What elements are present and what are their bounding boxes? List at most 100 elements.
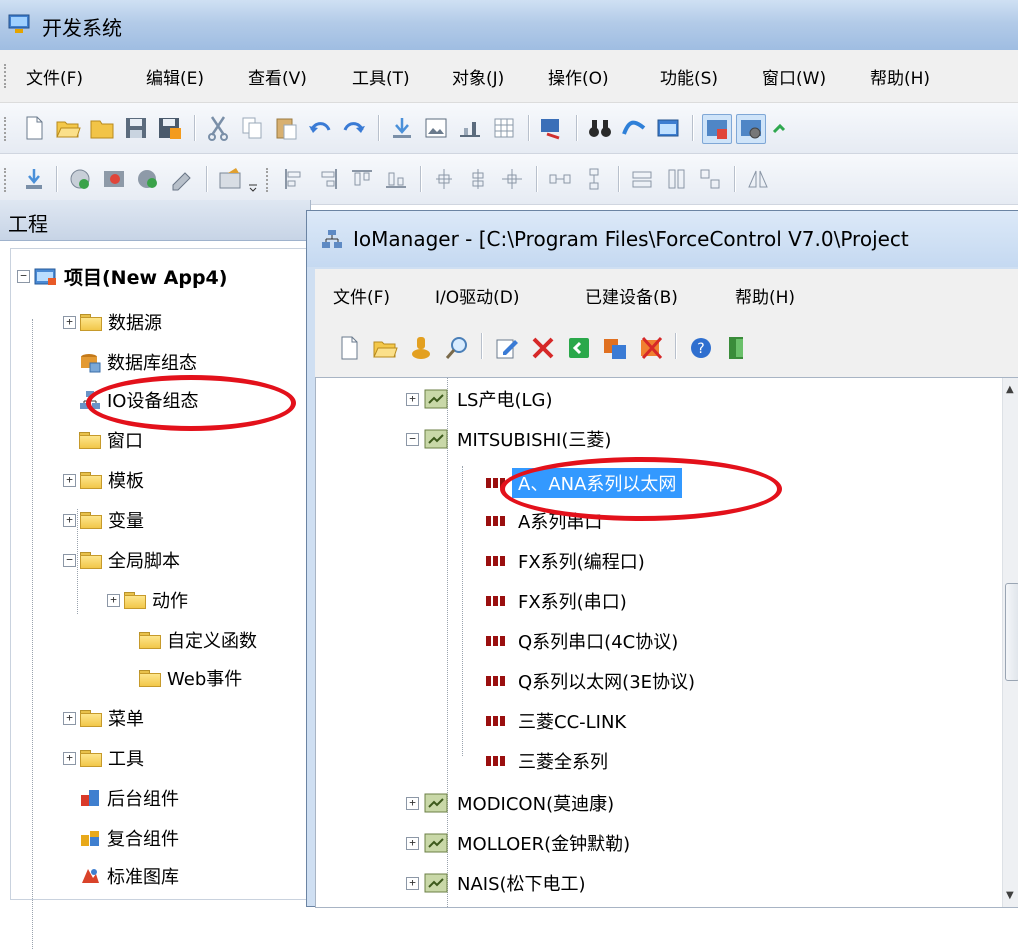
menu-operation[interactable]: 操作(O) xyxy=(548,64,609,89)
expand-icon[interactable]: + xyxy=(63,315,76,329)
menubar-grip[interactable] xyxy=(4,64,9,88)
collapse-icon[interactable]: − xyxy=(17,270,30,283)
toolbar-grip[interactable] xyxy=(266,168,271,192)
save-as-icon[interactable] xyxy=(156,114,184,142)
enable-icon[interactable] xyxy=(565,334,593,362)
menu-function[interactable]: 功能(S) xyxy=(660,64,718,89)
grid-icon[interactable] xyxy=(490,114,518,142)
expand-icon[interactable]: + xyxy=(406,836,419,850)
expand-icon[interactable]: + xyxy=(63,473,76,487)
tree-driver-q-ethernet-3e[interactable]: Q系列以太网(3E协议) xyxy=(486,668,695,694)
expand-icon[interactable]: + xyxy=(63,711,76,725)
monitor-icon[interactable] xyxy=(538,114,566,142)
tree-item-standard-gallery[interactable]: 标准图库 xyxy=(79,863,179,889)
exit-icon[interactable] xyxy=(723,334,751,362)
download-icon[interactable] xyxy=(388,114,416,142)
space-vertical-icon[interactable] xyxy=(580,165,608,193)
scroll-down-icon[interactable]: ▼ xyxy=(1006,890,1014,901)
import-icon[interactable] xyxy=(20,165,48,193)
same-height-icon[interactable] xyxy=(662,165,690,193)
window-icon[interactable] xyxy=(654,114,682,142)
tree-item-background-components[interactable]: 后台组件 xyxy=(79,785,179,811)
trend-icon[interactable] xyxy=(620,114,648,142)
tree-item-window[interactable]: 窗口 xyxy=(79,427,143,453)
copy-device-icon[interactable] xyxy=(601,334,629,362)
menu-object[interactable]: 对象(J) xyxy=(452,64,504,89)
io-menu-help[interactable]: 帮助(H) xyxy=(735,283,795,308)
expand-icon[interactable]: + xyxy=(406,392,419,406)
expand-icon[interactable]: + xyxy=(63,513,76,527)
tree-vendor-mitsubishi[interactable]: − MITSUBISHI(三菱) xyxy=(406,426,611,452)
settings-screen-icon[interactable] xyxy=(736,114,766,144)
tree-item-actions[interactable]: + 动作 xyxy=(107,587,188,613)
delete-icon[interactable] xyxy=(529,334,557,362)
tree-vendor-molloer[interactable]: + MOLLOER(金钟默勒) xyxy=(406,830,630,856)
device-probe-icon[interactable] xyxy=(407,334,435,362)
binoculars-icon[interactable] xyxy=(586,114,614,142)
tree-item-template[interactable]: + 模板 xyxy=(63,467,144,493)
new-icon[interactable] xyxy=(335,334,363,362)
paste-icon[interactable] xyxy=(272,114,300,142)
chart-icon[interactable] xyxy=(456,114,484,142)
menu-tools[interactable]: 工具(T) xyxy=(352,64,410,89)
tree-driver-mitsubishi-all[interactable]: 三菱全系列 xyxy=(486,748,608,774)
align-bottom-icon[interactable] xyxy=(382,165,410,193)
toolbar-grip[interactable] xyxy=(4,117,9,141)
scrollbar-thumb[interactable] xyxy=(1005,583,1018,681)
tree-vendor-ls[interactable]: + LS产电(LG) xyxy=(406,386,552,412)
toolbar-dropdown-icon[interactable] xyxy=(246,165,260,193)
tree-item-variables[interactable]: + 变量 xyxy=(63,507,144,533)
menu-window[interactable]: 窗口(W) xyxy=(762,64,826,89)
add-component-icon[interactable] xyxy=(66,165,94,193)
menu-file[interactable]: 文件(F) xyxy=(26,64,83,89)
cut-icon[interactable] xyxy=(204,114,232,142)
run-screen-icon[interactable] xyxy=(702,114,732,144)
collapse-icon[interactable]: − xyxy=(406,432,419,446)
copy-icon[interactable] xyxy=(238,114,266,142)
tree-item-web-events[interactable]: Web事件 xyxy=(139,665,242,691)
tree-item-composite-components[interactable]: 复合组件 xyxy=(79,825,179,851)
toolbar-grip[interactable] xyxy=(4,168,9,192)
io-menu-file[interactable]: 文件(F) xyxy=(333,283,390,308)
tree-item-custom-functions[interactable]: 自定义函数 xyxy=(139,627,257,653)
scroll-up-icon[interactable]: ▲ xyxy=(1006,384,1014,395)
new-file-icon[interactable] xyxy=(20,114,48,142)
collapse-icon[interactable]: − xyxy=(63,553,76,567)
component-edit-icon[interactable] xyxy=(168,165,196,193)
expand-icon[interactable]: + xyxy=(63,751,76,765)
mirror-icon[interactable] xyxy=(744,165,772,193)
open-folder-icon[interactable] xyxy=(54,114,82,142)
open-icon[interactable] xyxy=(371,334,399,362)
align-left-icon[interactable] xyxy=(280,165,308,193)
align-right-icon[interactable] xyxy=(314,165,342,193)
tree-node-project-root[interactable]: − 项目(New App4) xyxy=(17,263,227,290)
component-icon[interactable] xyxy=(100,165,128,193)
help-icon[interactable]: ? xyxy=(687,334,715,362)
tree-item-database-config[interactable]: 数据库组态 xyxy=(79,349,197,375)
overflow-icon[interactable] xyxy=(770,114,798,142)
expand-icon[interactable]: + xyxy=(406,876,419,890)
tree-driver-q-serial-4c[interactable]: Q系列串口(4C协议) xyxy=(486,628,678,654)
menu-view[interactable]: 查看(V) xyxy=(248,64,307,89)
tree-driver-cc-link[interactable]: 三菱CC-LINK xyxy=(486,708,626,734)
tree-driver-fx-serial[interactable]: FX系列(串口) xyxy=(486,588,627,614)
folder-icon[interactable] xyxy=(88,114,116,142)
tree-vendor-nais[interactable]: + NAIS(松下电工) xyxy=(406,870,586,896)
tree-driver-fx-programming[interactable]: FX系列(编程口) xyxy=(486,548,645,574)
io-menu-devices[interactable]: 已建设备(B) xyxy=(585,283,678,308)
tree-item-data-source[interactable]: + 数据源 xyxy=(63,309,162,335)
save-icon[interactable] xyxy=(122,114,150,142)
tree-vendor-modicon[interactable]: + MODICON(莫迪康) xyxy=(406,790,614,816)
menu-edit[interactable]: 编辑(E) xyxy=(146,64,204,89)
menu-help[interactable]: 帮助(H) xyxy=(870,64,930,89)
io-menu-io-driver[interactable]: I/O驱动(D) xyxy=(435,283,519,308)
edit-icon[interactable] xyxy=(493,334,521,362)
space-horizontal-icon[interactable] xyxy=(546,165,574,193)
align-top-icon[interactable] xyxy=(348,165,376,193)
image-icon[interactable] xyxy=(422,114,450,142)
delete-device-icon[interactable] xyxy=(637,334,665,362)
expand-icon[interactable]: + xyxy=(406,796,419,810)
same-width-icon[interactable] xyxy=(628,165,656,193)
redo-icon[interactable] xyxy=(340,114,368,142)
search-icon[interactable] xyxy=(443,334,471,362)
